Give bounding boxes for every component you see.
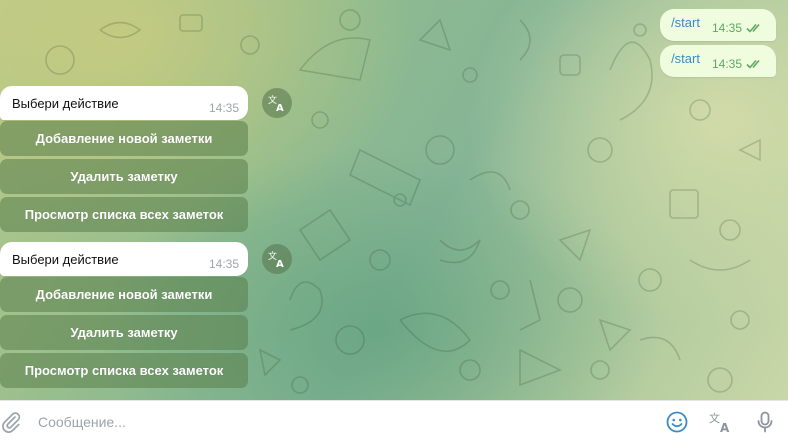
svg-text:文: 文 (709, 411, 720, 425)
translate-icon: 文 A (268, 250, 284, 268)
chat-area: /start 14:35 /start 14:35 Выбери действи… (0, 0, 788, 400)
keyboard-button-delete-note[interactable]: Удалить заметку (0, 159, 248, 194)
paperclip-icon[interactable] (0, 411, 22, 433)
keyboard-button-delete-note[interactable]: Удалить заметку (0, 315, 248, 350)
message-text: Выбери действие (12, 96, 119, 111)
outgoing-message[interactable]: /start 14:35 (660, 45, 776, 77)
command-link[interactable]: /start (671, 51, 700, 66)
translate-message-button[interactable]: 文 A (262, 88, 292, 118)
double-check-icon (746, 23, 760, 33)
command-link[interactable]: /start (671, 15, 700, 30)
keyboard-button-list-notes[interactable]: Просмотр списка всех заметок (0, 353, 248, 388)
bot-message: Выбери действие 14:35 (0, 86, 248, 120)
keyboard-button-list-notes[interactable]: Просмотр списка всех заметок (0, 197, 248, 232)
translate-icon: 文 A (268, 94, 284, 112)
message-composer: 文 A (0, 400, 788, 441)
double-check-icon (746, 59, 760, 69)
message-time: 14:35 (711, 21, 742, 35)
outgoing-message[interactable]: /start 14:35 (660, 9, 776, 41)
svg-text:A: A (276, 259, 284, 268)
message-time: 14:35 (711, 57, 742, 71)
translate-icon[interactable]: 文 A (709, 410, 733, 434)
svg-text:A: A (720, 421, 730, 434)
microphone-icon[interactable] (753, 410, 777, 434)
keyboard-button-add-note[interactable]: Добавление новой заметки (0, 277, 248, 312)
message-input[interactable] (36, 409, 640, 435)
message-time: 14:35 (208, 257, 239, 271)
keyboard-button-add-note[interactable]: Добавление новой заметки (0, 121, 248, 156)
translate-message-button[interactable]: 文 A (262, 244, 292, 274)
message-text: Выбери действие (12, 252, 119, 267)
emoji-icon[interactable] (665, 410, 689, 434)
bot-message: Выбери действие 14:35 (0, 242, 248, 276)
message-time: 14:35 (208, 101, 239, 115)
svg-text:A: A (276, 103, 284, 112)
